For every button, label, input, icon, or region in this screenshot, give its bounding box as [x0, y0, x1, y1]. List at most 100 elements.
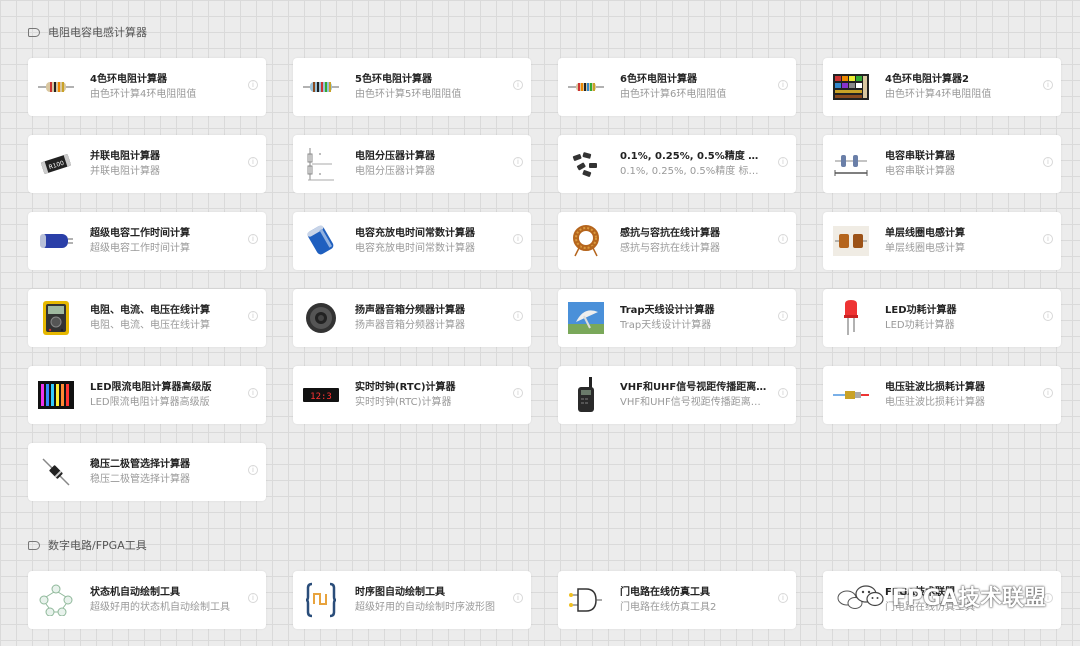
info-icon[interactable]: i: [1043, 157, 1053, 167]
card-title: LED限流电阻计算器高级版: [90, 381, 212, 393]
card-subtitle: LED功耗计算器: [885, 319, 955, 331]
card-title: 感抗与容抗在线计算器: [620, 227, 720, 239]
info-icon[interactable]: i: [513, 234, 523, 244]
info-icon[interactable]: i: [513, 80, 523, 90]
info-icon[interactable]: i: [513, 593, 523, 603]
calculator-card[interactable]: 4色环电阻计算器 由色环计算4环电阻阻值 i: [28, 58, 266, 116]
calculator-card[interactable]: 状态机自动绘制工具 超级好用的状态机自动绘制工具 i: [28, 571, 266, 629]
calculator-card[interactable]: R100 并联电阻计算器 并联电阻计算器 i: [28, 135, 266, 193]
led-icon: [833, 300, 869, 336]
card-subtitle: 0.1%, 0.25%, 0.5%精度 标准电阻表: [620, 165, 768, 177]
card-title: 0.1%, 0.25%, 0.5%精度 标准电阻表: [620, 150, 768, 162]
card-subtitle: 门电路在线仿真工具2: [620, 601, 717, 613]
info-icon[interactable]: i: [778, 157, 788, 167]
card-title: LED功耗计算器: [885, 304, 957, 316]
calculator-card[interactable]: 电阻分压器计算器 电阻分压器计算器 i: [293, 135, 531, 193]
info-icon[interactable]: i: [248, 80, 258, 90]
card-text: 状态机自动绘制工具 超级好用的状态机自动绘制工具: [90, 586, 256, 615]
calculator-card[interactable]: 0.1%, 0.25%, 0.5%精度 标准电阻表 0.1%, 0.25%, 0.…: [558, 135, 796, 193]
watermark-text: FPGA技术联盟: [891, 586, 1046, 611]
card-title: 6色环电阻计算器: [620, 73, 697, 85]
info-icon[interactable]: i: [778, 80, 788, 90]
satellite-dish-icon: [568, 300, 604, 336]
calculator-card[interactable]: 扬声器音箱分频器计算器 扬声器音箱分频器计算器 i: [293, 289, 531, 347]
info-icon[interactable]: i: [1043, 234, 1053, 244]
calculator-card[interactable]: 5色环电阻计算器 由色环计算5环电阻阻值 i: [293, 58, 531, 116]
calculator-card[interactable]: 稳压二极管选择计算器 稳压二极管选择计算器 i: [28, 443, 266, 501]
calculator-card[interactable]: 电容串联计算器 电容串联计算器 i: [823, 135, 1061, 193]
card-text: 电压驻波比损耗计算器 电压驻波比损耗计算器: [885, 381, 1051, 410]
calculator-card[interactable]: 4色环电阻计算器2 由色环计算4环电阻阻值 i: [823, 58, 1061, 116]
led-strip-icon: [38, 377, 74, 413]
card-text: 6色环电阻计算器 由色环计算6环电阻阻值: [620, 73, 786, 102]
card-subtitle: 超级好用的状态机自动绘制工具: [90, 601, 230, 613]
voltage-divider-icon: [303, 146, 339, 182]
svg-text:12:3: 12:3: [310, 392, 332, 402]
calculator-card[interactable]: 电压驻波比损耗计算器 电压驻波比损耗计算器 i: [823, 366, 1061, 424]
card-text: 电容充放电时间常数计算器 电容充放电时间常数计算器: [355, 227, 521, 256]
card-title: 扬声器音箱分频器计算器: [355, 304, 465, 316]
card-title: Trap天线设计计算器: [620, 304, 715, 316]
card-subtitle: 实时时钟(RTC)计算器: [355, 396, 452, 408]
info-icon[interactable]: i: [1043, 311, 1053, 321]
calculator-card[interactable]: 门电路在线仿真工具 门电路在线仿真工具2 i: [558, 571, 796, 629]
info-icon[interactable]: i: [248, 593, 258, 603]
calculator-card[interactable]: LED功耗计算器 LED功耗计算器 i: [823, 289, 1061, 347]
calculator-card[interactable]: Trap天线设计计算器 Trap天线设计计算器 i: [558, 289, 796, 347]
info-icon[interactable]: i: [248, 388, 258, 398]
card-text: 单层线圈电感计算 单层线圈电感计算: [885, 227, 1051, 256]
color-code-chart-icon: [833, 69, 869, 105]
card-text: 5色环电阻计算器 由色环计算5环电阻阻值: [355, 73, 521, 102]
chip-resistors-icon: [568, 146, 604, 182]
card-text: 4色环电阻计算器 由色环计算4环电阻阻值: [90, 73, 256, 102]
info-icon[interactable]: i: [1043, 388, 1053, 398]
calculator-card[interactable]: LED限流电阻计算器高级版 LED限流电阻计算器高级版 i: [28, 366, 266, 424]
info-icon[interactable]: i: [248, 157, 258, 167]
card-subtitle: 感抗与容抗在线计算器: [620, 242, 720, 254]
card-subtitle: 电容串联计算器: [885, 165, 955, 177]
card-text: 4色环电阻计算器2 由色环计算4环电阻阻值: [885, 73, 1051, 102]
digital-clock-icon: 12:3: [303, 377, 339, 413]
toroid-inductor-icon: [568, 223, 604, 259]
info-icon[interactable]: i: [1043, 80, 1053, 90]
card-text: 电容串联计算器 电容串联计算器: [885, 150, 1051, 179]
card-title: 5色环电阻计算器: [355, 73, 432, 85]
info-icon[interactable]: i: [248, 311, 258, 321]
card-subtitle: Trap天线设计计算器: [620, 319, 712, 331]
info-icon[interactable]: i: [513, 388, 523, 398]
card-subtitle: 超级好用的自动绘制时序波形图: [355, 601, 495, 613]
info-icon[interactable]: i: [248, 234, 258, 244]
supercapacitor-icon: [38, 223, 74, 259]
logic-gate-icon: [568, 582, 604, 618]
smd-resistor-icon: R100: [38, 146, 74, 182]
info-icon[interactable]: i: [778, 234, 788, 244]
calculator-card[interactable]: 感抗与容抗在线计算器 感抗与容抗在线计算器 i: [558, 212, 796, 270]
info-icon[interactable]: i: [778, 593, 788, 603]
calculator-card[interactable]: VHF和UHF信号视距传播距离计算器 VHF和UHF信号视距传播距离计算器 i: [558, 366, 796, 424]
card-title: VHF和UHF信号视距传播距离计算器: [620, 381, 768, 393]
card-title: 门电路在线仿真工具: [620, 586, 710, 598]
calculator-card[interactable]: 超级电容工作时间计算 超级电容工作时间计算 i: [28, 212, 266, 270]
card-title: 电容串联计算器: [885, 150, 955, 162]
info-icon[interactable]: i: [248, 465, 258, 475]
info-icon[interactable]: i: [778, 388, 788, 398]
card-title: 稳压二极管选择计算器: [90, 458, 190, 470]
calculator-card[interactable]: 电阻、电流、电压在线计算 电阻、电流、电压在线计算 i: [28, 289, 266, 347]
timing-diagram-icon: [303, 582, 339, 618]
info-icon[interactable]: i: [513, 157, 523, 167]
rf-connector-icon: [833, 377, 869, 413]
card-subtitle: 电容充放电时间常数计算器: [355, 242, 475, 254]
card-text: 并联电阻计算器 并联电阻计算器: [90, 150, 256, 179]
calculator-card[interactable]: 时序图自动绘制工具 超级好用的自动绘制时序波形图 i: [293, 571, 531, 629]
card-title: 电阻、电流、电压在线计算: [90, 304, 210, 316]
card-title: 4色环电阻计算器2: [885, 73, 969, 85]
calculator-card[interactable]: 12:3 实时时钟(RTC)计算器 实时时钟(RTC)计算器 i: [293, 366, 531, 424]
calculator-card[interactable]: 电容充放电时间常数计算器 电容充放电时间常数计算器 i: [293, 212, 531, 270]
card-subtitle: 扬声器音箱分频器计算器: [355, 319, 465, 331]
coil-inductor-icon: [833, 223, 869, 259]
calculator-card[interactable]: 单层线圈电感计算 单层线圈电感计算 i: [823, 212, 1061, 270]
calculator-card[interactable]: 6色环电阻计算器 由色环计算6环电阻阻值 i: [558, 58, 796, 116]
info-icon[interactable]: i: [513, 311, 523, 321]
card-subtitle: 电阻、电流、电压在线计算: [90, 319, 210, 331]
info-icon[interactable]: i: [778, 311, 788, 321]
